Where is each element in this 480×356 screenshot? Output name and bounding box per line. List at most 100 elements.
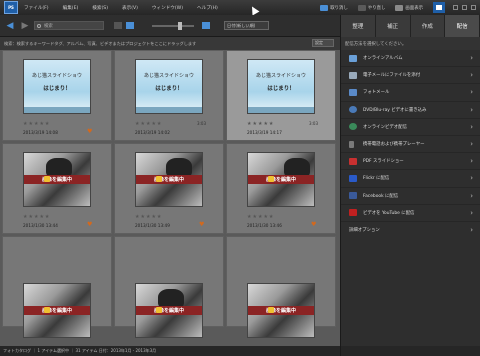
media-item[interactable]: 画像を編集中 [226,236,336,338]
slider-knob[interactable] [178,21,182,30]
app-window: PS ファイル(F) 編集(E) 検索(S) 表示(V) ウィンドウ(W) ヘル… [0,0,480,356]
tab-fix[interactable]: 補正 [376,15,411,37]
menu-help[interactable]: ヘルプ(H) [197,5,218,11]
media-thumbnail[interactable]: 画像を編集中 [23,283,91,338]
tab-share[interactable]: 配信 [445,15,480,37]
edit-badge-icon: ♥ [87,221,93,228]
share-email-attach[interactable]: 電子メールにファイルを添付 › [341,67,480,85]
home-button[interactable] [433,2,445,13]
media-thumbnail[interactable]: 画像を編集中 [23,152,91,207]
sort-select[interactable]: 日付(新しい順) [224,21,269,30]
editing-badge: 画像を編集中 [136,175,202,184]
menu-edit[interactable]: 編集(E) [63,5,79,11]
rating-stars[interactable]: ★★★★★ [23,214,50,220]
menu-view[interactable]: 表示(V) [122,5,138,11]
view-mode-icon[interactable] [114,22,122,29]
rating-stars[interactable]: ★★★★★ [135,121,162,127]
share-item-label: ビデオを YouTube に配信 [363,210,415,216]
close-icon[interactable] [471,5,476,10]
media-thumbnail[interactable]: 画像を編集中 [247,152,315,207]
chevron-right-icon: › [470,208,473,217]
share-online-video[interactable]: オンラインビデオ配信 › [341,119,480,136]
slideshow-preview: あじ猫スライドショウ はじまり！ [136,60,202,113]
media-date: 2013/1/30 13:49 [135,223,170,228]
media-thumbnail[interactable]: 画像を編集中 [135,283,203,338]
tab-create[interactable]: 作成 [411,15,446,37]
media-item-selected[interactable]: あじ猫スライドショウ はじまり！ ★★★★★ 3:03 2013/3/19 14… [226,50,336,141]
logo-label: PS [8,5,14,10]
chevron-right-icon: › [470,105,473,114]
forward-arrow-icon[interactable]: ▶ [20,21,30,31]
chevron-right-icon: › [470,157,473,166]
search-placeholder: 検索 [44,23,53,29]
rating-stars[interactable]: ★★★★★ [23,121,50,127]
slide-title: あじ猫スライドショウ [143,73,194,79]
share-online-album[interactable]: オンラインアルバム › [341,50,480,68]
media-item[interactable]: あじ猫スライドショウ はじまり！ ★★★★★ 3:03 2013/3/19 14… [114,50,224,141]
menu-search[interactable]: 検索(S) [92,5,108,11]
editing-badge: 画像を編集中 [248,306,314,315]
thumbnail-icon[interactable] [126,22,134,29]
share-flickr[interactable]: Flickr に配信 › [341,170,480,188]
menu-file[interactable]: ファイル(F) [24,5,49,11]
share-mobile[interactable]: 携帯電話および携帯プレーヤー › [341,136,480,154]
media-item[interactable]: あじ猫スライドショウ はじまり！ ★★★★★ 2013/3/19 14:08 ♥ [2,50,112,141]
back-arrow-icon[interactable]: ◀ [5,21,15,31]
status-bar: フォトカタログ ｜ 1 アイテム選択中 ｜ 31 アイテム 日付：2013年1月… [0,346,340,356]
media-item[interactable]: 画像を編集中 ★★★★★ 2013/1/30 13:49 ♥ [114,143,224,234]
media-date: 2013/1/30 13:44 [23,223,58,228]
rating-stars[interactable]: ★★★★★ [247,121,274,127]
search-hint-bar: 検索：検索するキーワードタグ、アルバム、写真、ビデオまたはプロジェクトをここにド… [0,37,340,50]
share-youtube[interactable]: ビデオを YouTube に配信 › [341,205,480,222]
media-item[interactable]: 画像を編集中 ★★★★★ 2013/1/30 13:44 ♥ [2,143,112,234]
media-item[interactable]: 画像を編集中 [2,236,112,338]
browser-toolbar: ◀ ▶ 検索 日付(新しい順) [0,15,340,37]
media-thumbnail[interactable]: あじ猫スライドショウ はじまり！ [247,59,315,114]
display-button[interactable]: 画面表示 [395,4,423,11]
rating-stars[interactable]: ★★★★★ [247,214,274,220]
rating-stars[interactable]: ★★★★★ [135,214,162,220]
undo-button[interactable]: 取り消し [320,4,348,11]
tab-organize[interactable]: 整理 [341,15,376,37]
share-advanced-options[interactable]: 詳細オプション › [341,222,480,239]
media-duration: 3:03 [309,121,318,126]
chevron-right-icon: › [470,122,473,131]
chevron-right-icon: › [470,191,473,200]
media-item[interactable]: 画像を編集中 ★★★★★ 2013/1/30 13:46 ♥ [226,143,336,234]
phone-icon [349,140,354,148]
slide-footer [24,107,90,113]
sort-select-value: 日付(新しい順) [227,22,256,28]
lock-icon [44,307,50,313]
share-facebook[interactable]: Facebook に配信 › [341,188,480,205]
full-screen-icon[interactable] [202,22,210,29]
thumbnail-size-slider[interactable] [152,21,194,30]
share-pdf-slideshow[interactable]: PDF スライドショー › [341,153,480,171]
media-thumbnail[interactable]: 画像を編集中 [135,152,203,207]
maximize-icon[interactable] [462,5,467,10]
media-item[interactable]: 画像を編集中 [114,236,224,338]
media-thumbnail[interactable]: あじ猫スライドショウ はじまり！ [23,59,91,114]
media-date: 2013/3/19 14:02 [135,130,170,135]
hint-options-select[interactable]: 設定 [312,39,334,47]
pdf-icon [349,157,357,165]
search-input[interactable]: 検索 [34,21,104,30]
share-dvd-bluray[interactable]: DVD/Blu-ray ビデオに書き込み › [341,102,480,119]
redo-icon [357,4,366,11]
share-panel: 整理 補正 作成 配信 配信方法を選択してください。 オンラインアルバム › 電子… [340,15,480,356]
slide-title: あじ猫スライドショウ [31,73,82,79]
media-thumbnail[interactable]: あじ猫スライドショウ はじまり！ [135,59,203,114]
undo-label: 取り消し [330,5,348,11]
redo-button[interactable]: やり直し [357,4,385,11]
share-item-label: Flickr に配信 [363,176,390,182]
media-date: 2013/3/19 14:08 [23,130,58,135]
share-photo-mail[interactable]: フォトメール › [341,84,480,102]
display-icon [395,4,404,11]
media-thumbnail[interactable]: 画像を編集中 [247,283,315,338]
menu-window[interactable]: ウィンドウ(W) [152,5,183,11]
share-item-label: 携帯電話および携帯プレーヤー [363,142,425,148]
display-label: 画面表示 [405,5,423,11]
cat-photo: 画像を編集中 [24,284,90,337]
undo-icon [320,4,329,11]
share-hint: 配信方法を選択してください。 [341,37,480,50]
minimize-icon[interactable] [453,5,458,10]
